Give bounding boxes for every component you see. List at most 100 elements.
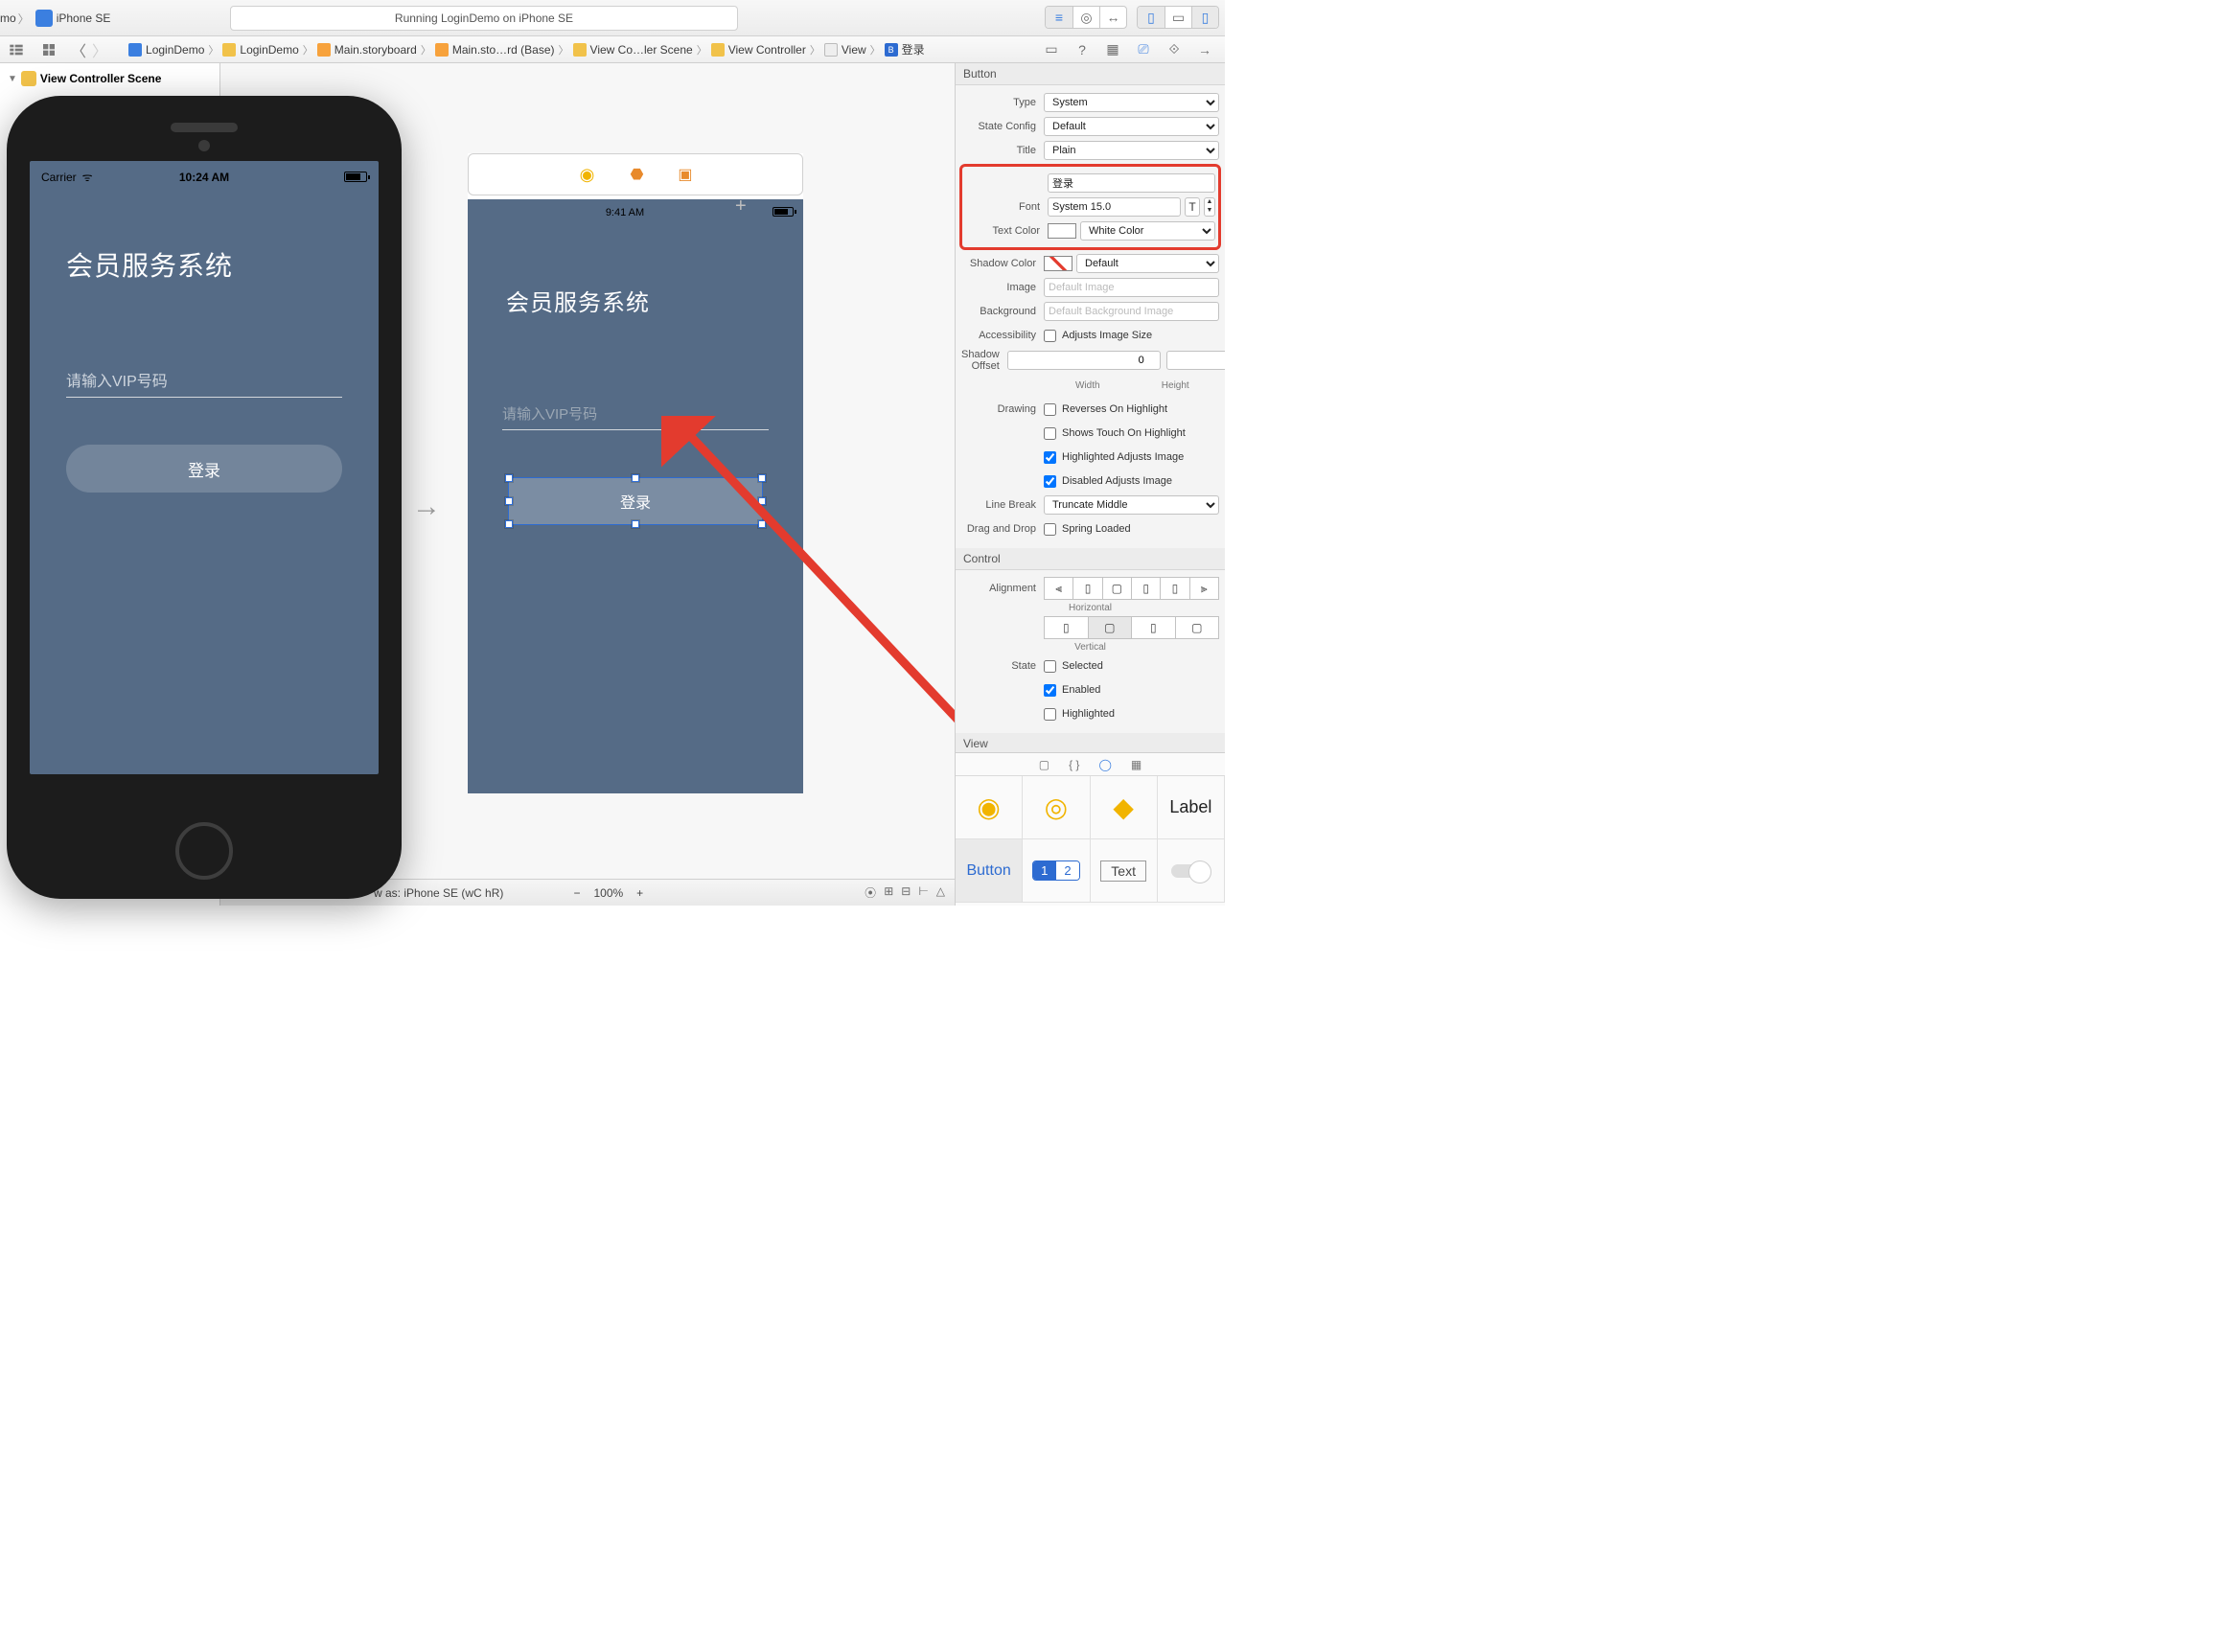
simulator-screen[interactable]: Carrier ᯤ 10:24 AM 会员服务系统 请输入VIP号码 登录 — [30, 161, 379, 774]
font-field[interactable] — [1048, 197, 1181, 217]
viewcontroller-dock-icon[interactable]: ◉ — [578, 166, 595, 183]
resize-handle[interactable] — [505, 497, 513, 505]
shows-touch-checkbox[interactable]: Shows Touch On Highlight — [1044, 427, 1219, 440]
resolve-icon[interactable]: △ — [936, 884, 945, 901]
shadow-color-popup[interactable]: Default — [1076, 254, 1219, 273]
identity-inspector-icon[interactable]: ▦ — [1104, 41, 1121, 58]
library-cube[interactable]: ◆ — [1091, 776, 1158, 839]
background-field[interactable] — [1044, 302, 1219, 321]
align-icon[interactable]: ⊟ — [901, 884, 911, 901]
library-button[interactable]: Button — [956, 839, 1023, 903]
outline-scene-row[interactable]: ▼ View Controller Scene — [6, 69, 219, 88]
media-library-icon[interactable]: ▦ — [1131, 758, 1142, 771]
v-alignment-segment[interactable]: ▯▢▯▢ — [1044, 616, 1219, 639]
scene-dock[interactable]: ◉ ⬣ ▣ — [468, 153, 803, 195]
button-icon: B — [885, 43, 898, 57]
scene-icon — [21, 71, 36, 86]
shadow-height-stepper[interactable] — [1166, 351, 1225, 370]
adjusts-image-size-checkbox[interactable]: Adjusts Image Size — [1044, 330, 1219, 342]
h-alignment-segment[interactable]: ⫷▯▢▯▯⫸ — [1044, 577, 1219, 600]
attributes-inspector: Button TypeSystem State ConfigDefault Ti… — [955, 63, 1225, 906]
enabled-checkbox[interactable]: Enabled — [1044, 684, 1219, 697]
library-navcontroller[interactable]: ◎ — [1023, 776, 1090, 839]
attributes-inspector-icon[interactable]: ⎚ — [1135, 41, 1152, 58]
assistant-editor-icon[interactable]: ◎ — [1072, 7, 1099, 28]
title-type-popup[interactable]: Plain — [1044, 141, 1219, 160]
vip-textfield[interactable]: 请输入VIP号码 — [66, 368, 342, 398]
type-popup[interactable]: System — [1044, 93, 1219, 112]
scheme-selector[interactable]: mo 〉 iPhone SE — [0, 8, 110, 29]
disabled-adjusts-checkbox[interactable]: Disabled Adjusts Image — [1044, 475, 1219, 488]
related-items-icon[interactable] — [0, 42, 33, 57]
embed-icon[interactable]: ⊞ — [884, 884, 893, 901]
text-color-popup[interactable]: White Color — [1080, 221, 1215, 241]
color-swatch[interactable] — [1048, 223, 1076, 239]
resize-handle[interactable] — [758, 497, 766, 505]
spring-loaded-checkbox[interactable]: Spring Loaded — [1044, 523, 1219, 536]
color-swatch[interactable] — [1044, 256, 1072, 271]
library-label[interactable]: Label — [1158, 776, 1225, 839]
image-field[interactable] — [1044, 278, 1219, 297]
nav-forward-icon[interactable]: 〉 — [92, 38, 107, 61]
connections-inspector-icon[interactable]: → — [1196, 41, 1213, 58]
library-segmented[interactable]: 12 — [1023, 839, 1090, 903]
disclosure-triangle-icon[interactable]: ▼ — [8, 74, 17, 84]
reverses-highlight-checkbox[interactable]: Reverses On Highlight — [1044, 403, 1219, 416]
help-inspector-icon[interactable]: ? — [1073, 41, 1091, 58]
first-responder-dock-icon[interactable]: ⬣ — [630, 165, 643, 184]
file-template-icon[interactable]: ▢ — [1039, 758, 1049, 771]
resize-handle[interactable] — [632, 474, 639, 482]
line-break-popup[interactable]: Truncate Middle — [1044, 495, 1219, 515]
canvas-filter-icon[interactable]: ⦿ — [865, 884, 876, 901]
resize-handle[interactable] — [505, 520, 513, 528]
resize-handle[interactable] — [758, 520, 766, 528]
outline-toggle-icon[interactable] — [33, 42, 65, 57]
standard-editor-icon[interactable]: ≡ — [1046, 7, 1072, 28]
breadcrumb[interactable]: LoginDemo〉 LoginDemo〉 Main.storyboard〉 M… — [125, 41, 1043, 57]
storyboard-scene[interactable]: ◉ ⬣ ▣ 9:41 AM 会员服务系统 请输入VIP号码 登录 — [468, 153, 803, 793]
zoom-controls[interactable]: − 100% + — [573, 886, 643, 900]
object-library-icon[interactable]: ◯ — [1098, 758, 1111, 771]
shadow-width-stepper[interactable] — [1007, 351, 1161, 370]
library-textfield[interactable]: Text — [1091, 839, 1158, 903]
state-config-popup[interactable]: Default — [1044, 117, 1219, 136]
code-snippet-icon[interactable]: { } — [1069, 758, 1079, 771]
resize-handle[interactable] — [758, 474, 766, 482]
view-as-control[interactable]: w as: iPhone SE (wC hR) — [374, 886, 503, 900]
storyboard-view[interactable]: 9:41 AM 会员服务系统 请输入VIP号码 登录 — [468, 199, 803, 793]
selected-checkbox[interactable]: Selected — [1044, 660, 1219, 673]
highlighted-checkbox[interactable]: Highlighted — [1044, 708, 1219, 721]
window-toolbar: mo 〉 iPhone SE Running LoginDemo on iPho… — [0, 0, 1225, 36]
resize-handle[interactable] — [505, 474, 513, 482]
left-pane-icon[interactable]: ▯ — [1138, 7, 1165, 28]
entry-point-arrow-icon[interactable]: → — [412, 491, 441, 523]
login-button[interactable]: 登录 — [66, 445, 342, 493]
exit-dock-icon[interactable]: ▣ — [678, 165, 692, 184]
title-label[interactable]: 会员服务系统 — [506, 284, 650, 317]
scheme-chevron: 〉 — [18, 11, 30, 27]
project-icon — [128, 43, 142, 57]
pin-icon[interactable]: ⊢ — [918, 884, 928, 901]
right-pane-icon[interactable]: ▯ — [1191, 7, 1218, 28]
file-inspector-icon[interactable]: ▭ — [1043, 41, 1060, 58]
login-button-selected[interactable]: 登录 — [508, 477, 763, 525]
resize-handle[interactable] — [632, 520, 639, 528]
font-picker-icon[interactable]: T — [1185, 197, 1200, 217]
version-editor-icon[interactable]: ↔ — [1099, 7, 1126, 28]
highlighted-adjusts-checkbox[interactable]: Highlighted Adjusts Image — [1044, 451, 1219, 464]
storyboard-icon — [435, 43, 449, 57]
size-inspector-icon[interactable]: ⟐ — [1165, 41, 1183, 58]
zoom-in-icon[interactable]: + — [636, 886, 643, 900]
library-viewcontroller[interactable]: ◉ — [956, 776, 1023, 839]
add-button-icon[interactable]: + — [735, 195, 747, 218]
nav-back-icon[interactable]: 〈 — [71, 38, 86, 61]
highlighted-props: FontT▲▼ Text ColorWhite Color — [959, 164, 1221, 250]
zoom-out-icon[interactable]: − — [573, 886, 580, 900]
home-button[interactable] — [175, 822, 233, 880]
library-slider[interactable] — [1158, 839, 1225, 903]
vip-textfield[interactable]: 请输入VIP号码 — [502, 403, 769, 430]
pane-visibility-segment[interactable]: ▯ ▭ ▯ — [1137, 6, 1219, 29]
bottom-pane-icon[interactable]: ▭ — [1165, 7, 1191, 28]
editor-mode-segment[interactable]: ≡ ◎ ↔ — [1045, 6, 1127, 29]
title-text-field[interactable] — [1048, 173, 1215, 193]
